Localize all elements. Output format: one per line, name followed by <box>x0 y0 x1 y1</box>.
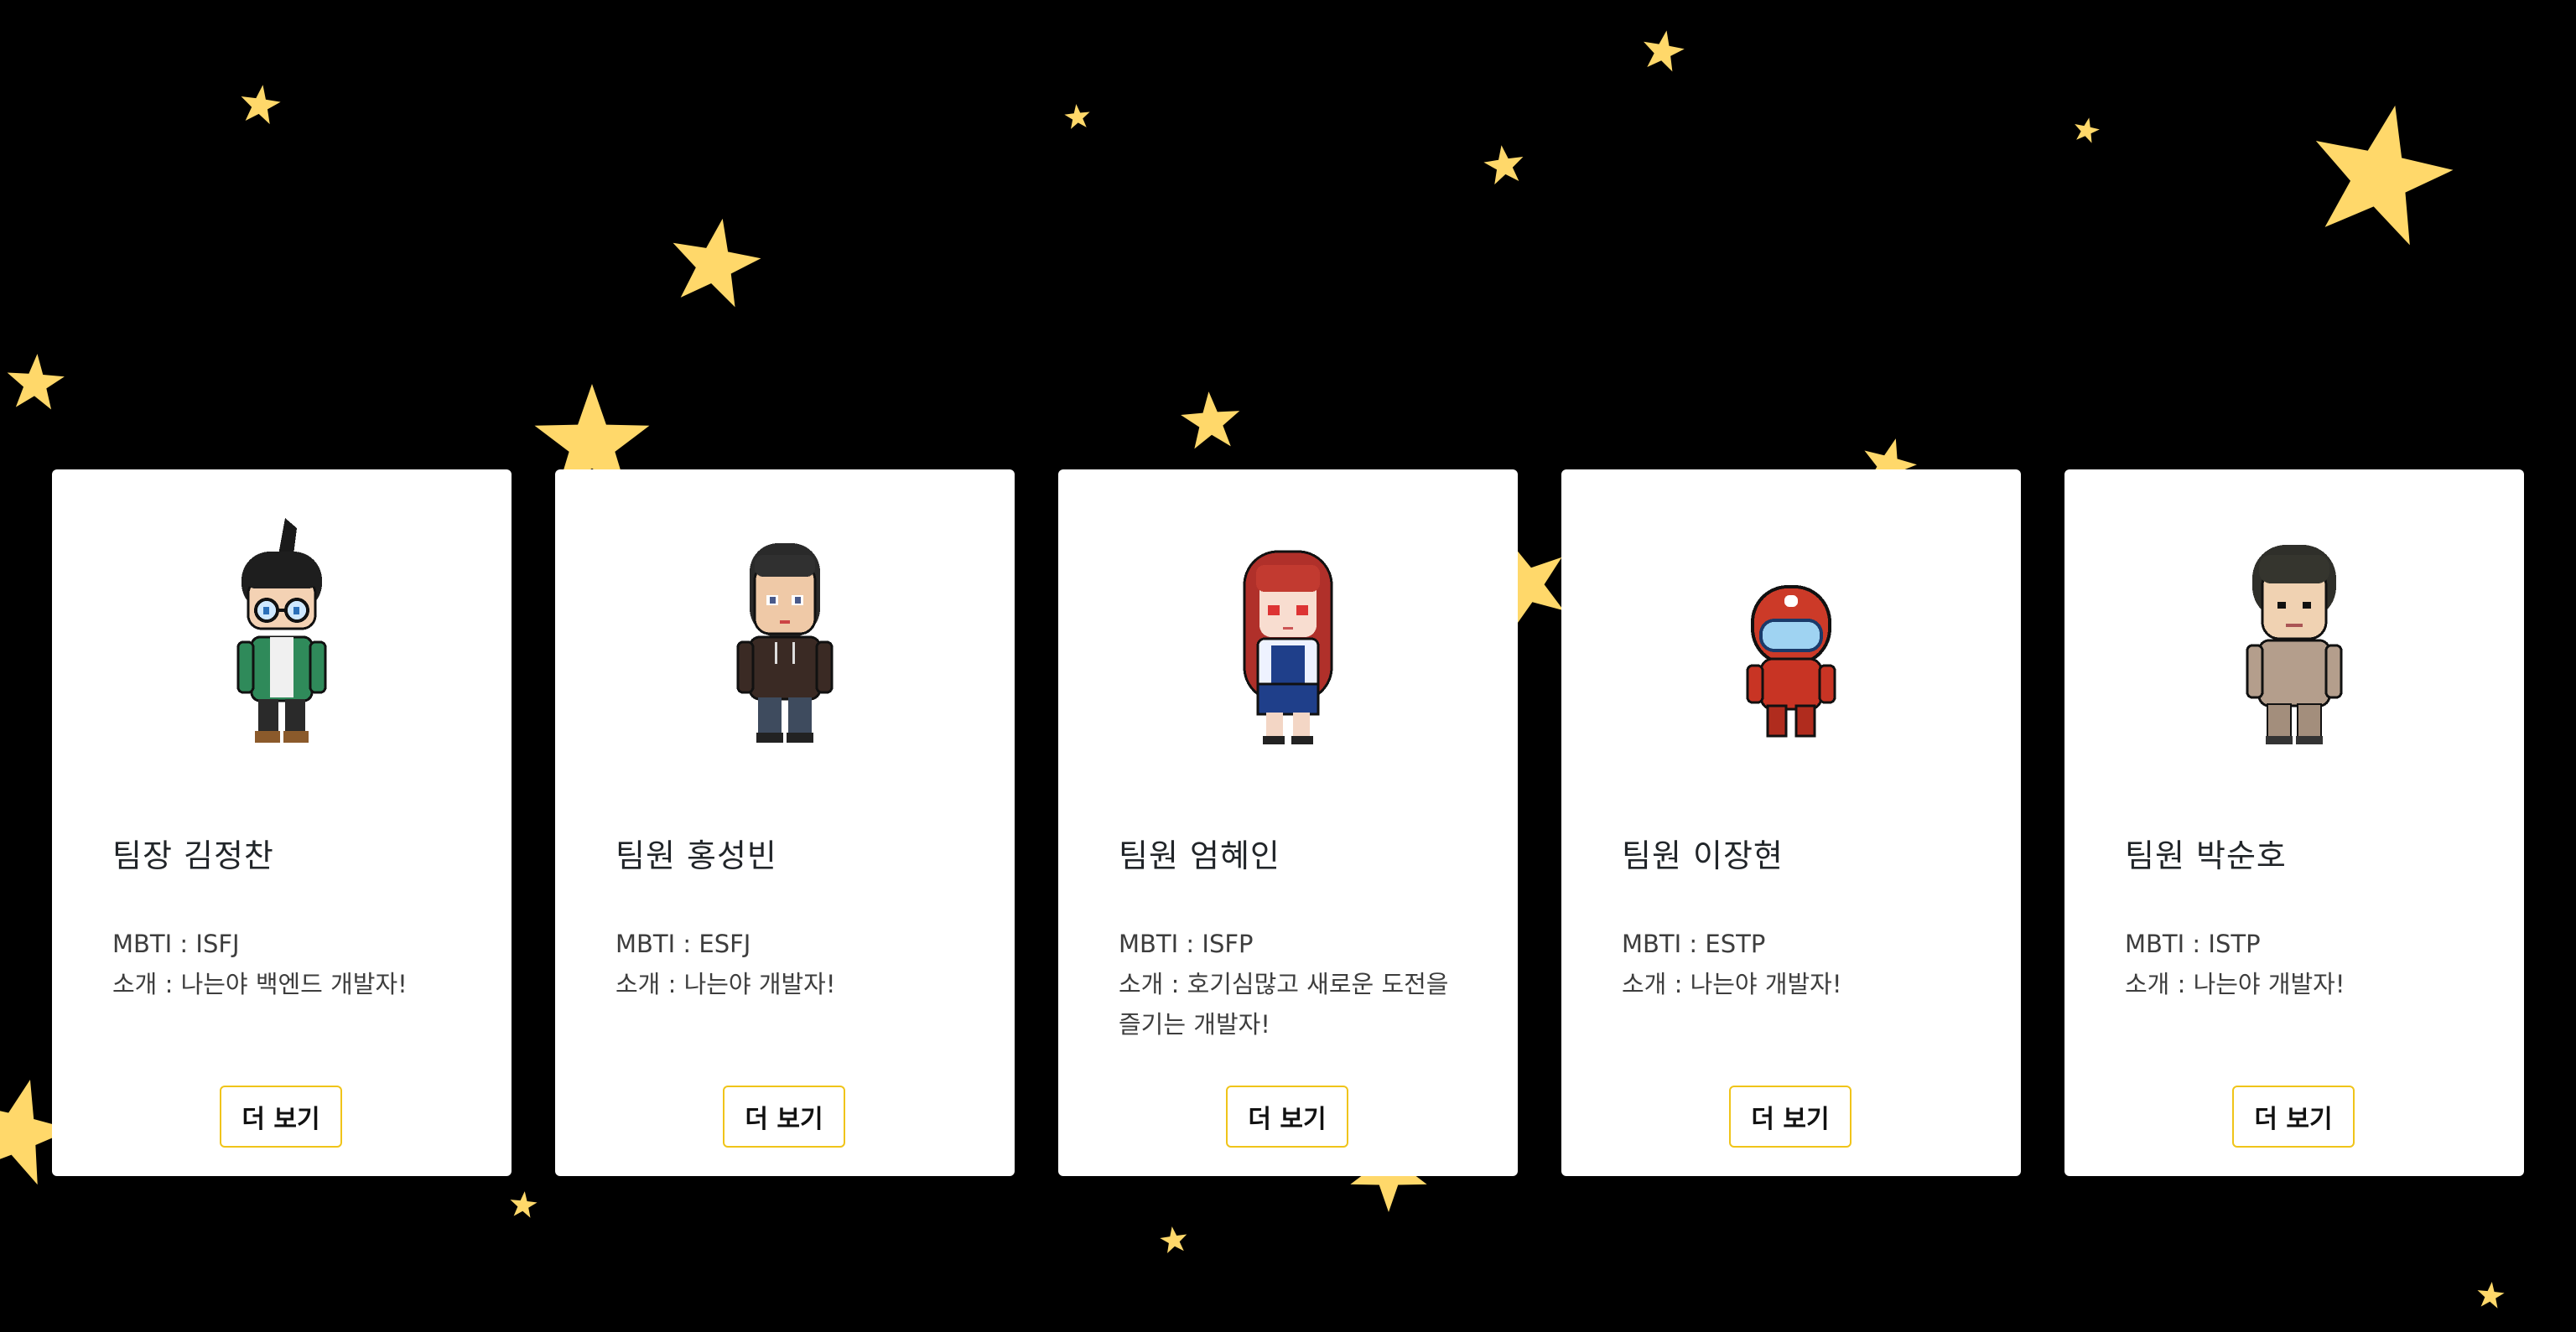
pixel-avatar-red-hair-school-uniform <box>1243 550 1333 744</box>
member-mbti: MBTI : ISFJ <box>112 930 240 958</box>
member-name: 팀원 박순호 <box>2125 837 2287 874</box>
member-mbti: MBTI : ESTP <box>1622 930 1766 958</box>
member-mbti: MBTI : ESFJ <box>615 930 751 958</box>
more-button[interactable]: 더 보기 <box>1226 1086 1348 1148</box>
member-card: 팀원 홍성빈 MBTI : ESFJ 소개 : 나는야 개발자! 더 보기 <box>555 469 1015 1176</box>
pixel-avatar-beige-sweater <box>2246 545 2343 744</box>
pixel-avatar-brown-hoodie <box>736 543 834 743</box>
member-name: 팀장 김정찬 <box>112 837 274 874</box>
member-card: 팀원 이장현 MBTI : ESTP 소개 : 나는야 개발자! 더 보기 <box>1561 469 2021 1176</box>
team-card-list: 팀장 김정찬 MBTI : ISFJ 소개 : 나는야 백엔드 개발자! 더 보… <box>0 0 2576 1332</box>
member-name: 팀원 엄혜인 <box>1119 837 1280 874</box>
more-button[interactable]: 더 보기 <box>1729 1086 1852 1148</box>
member-mbti: MBTI : ISFP <box>1119 930 1254 958</box>
more-button[interactable]: 더 보기 <box>723 1086 845 1148</box>
member-intro: 소개 : 나는야 백엔드 개발자! <box>112 970 408 998</box>
more-button[interactable]: 더 보기 <box>220 1086 342 1148</box>
member-name: 팀원 홍성빈 <box>615 837 777 874</box>
member-intro: 소개 : 호기심많고 새로운 도전을 즐기는 개발자! <box>1119 970 1449 1039</box>
member-card: 팀원 박순호 MBTI : ISTP 소개 : 나는야 개발자! 더 보기 <box>2064 469 2524 1176</box>
pixel-avatar-red-crewmate <box>1746 585 1836 738</box>
member-intro: 소개 : 나는야 개발자! <box>1622 970 1842 998</box>
member-card: 팀원 엄혜인 MBTI : ISFP 소개 : 호기심많고 새로운 도전을 즐기… <box>1058 469 1518 1176</box>
member-mbti: MBTI : ISTP <box>2125 930 2261 958</box>
member-card: 팀장 김정찬 MBTI : ISFJ 소개 : 나는야 백엔드 개발자! 더 보… <box>52 469 512 1176</box>
more-button[interactable]: 더 보기 <box>2232 1086 2355 1148</box>
member-intro: 소개 : 나는야 개발자! <box>2125 970 2345 998</box>
pixel-avatar-glasses-green-jacket <box>236 518 327 743</box>
member-name: 팀원 이장현 <box>1622 837 1784 874</box>
member-intro: 소개 : 나는야 개발자! <box>615 970 836 998</box>
